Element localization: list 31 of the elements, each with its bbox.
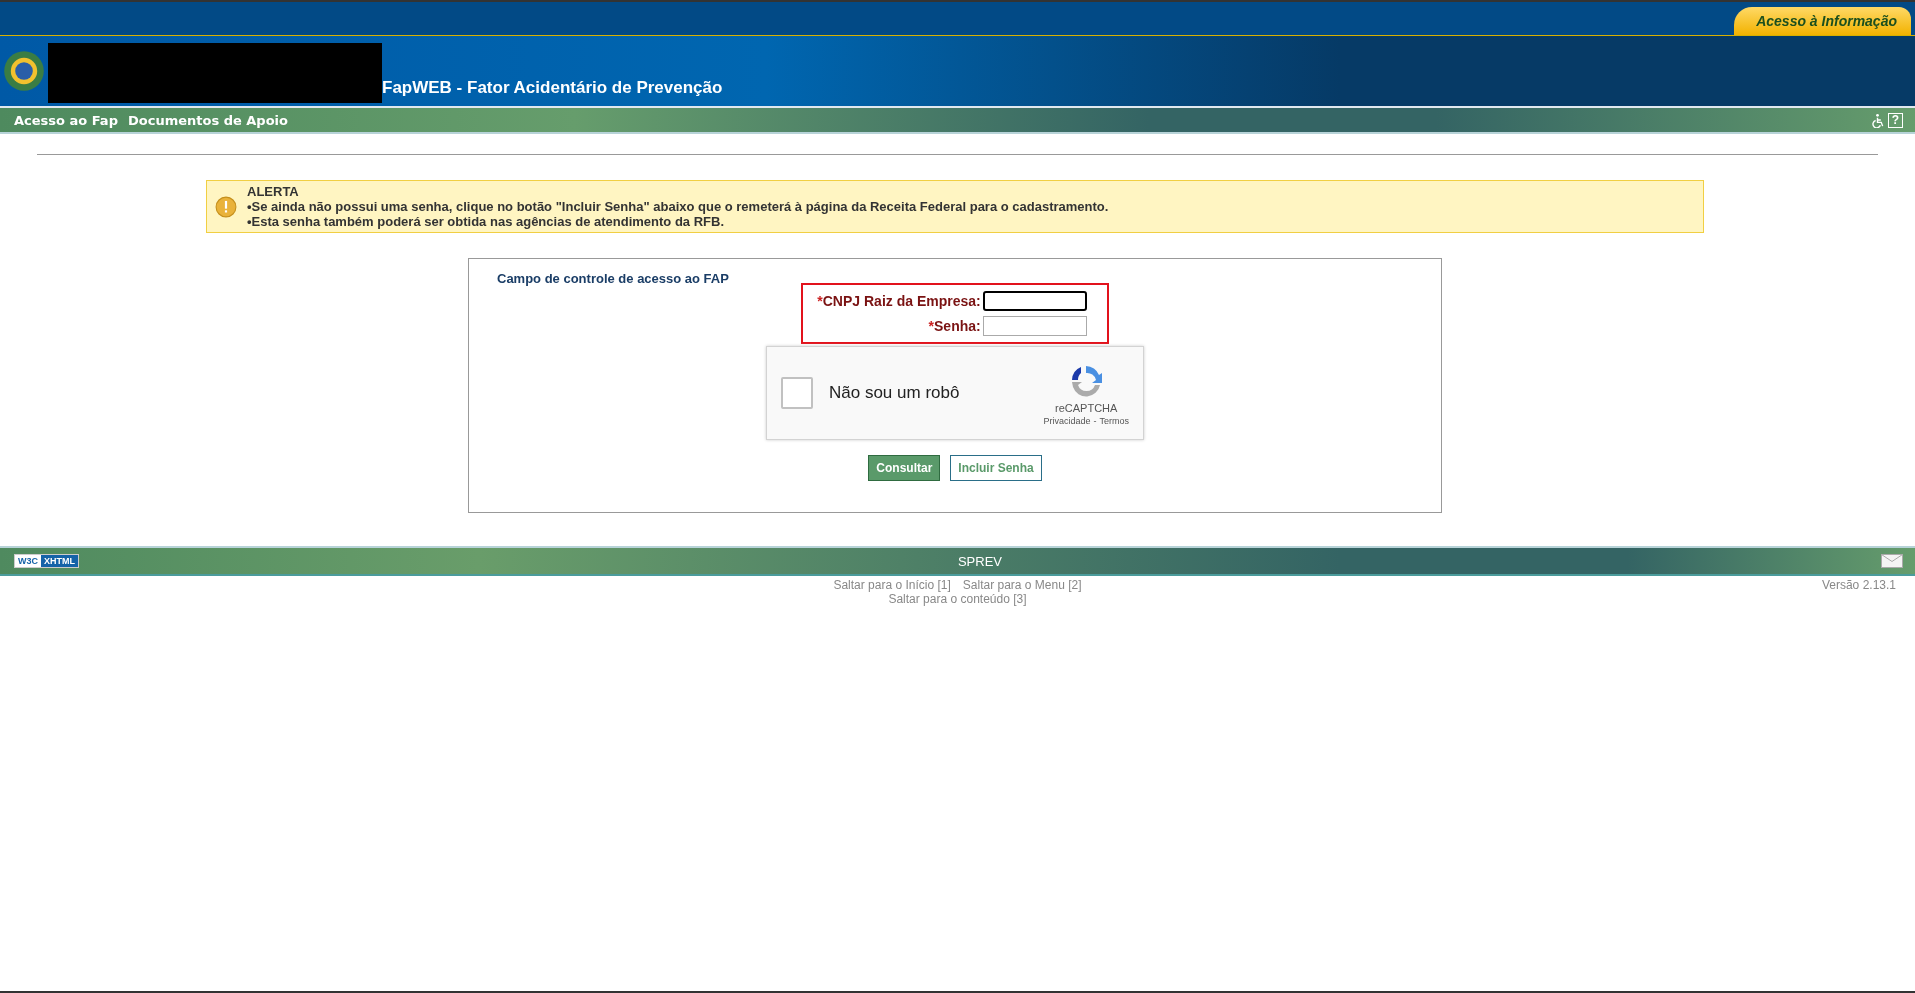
envelope-icon[interactable]	[1881, 554, 1903, 568]
alert-text: •Se ainda não possui uma senha, clique no botão "Incluir Senha" abaixo que o remeterá à página da Receita Federal para o cadastramento.	[247, 199, 1109, 214]
skip-link[interactable]: Saltar para o Menu [2]	[962, 578, 1082, 592]
skip-link[interactable]: Saltar para o conteúdo [3]	[888, 592, 1027, 606]
access-information-tab[interactable]: Acesso à Informação	[1734, 7, 1911, 35]
terms-link[interactable]: Termos	[1099, 416, 1129, 426]
version-text: Versão 2.13.1	[1821, 578, 1896, 592]
input-field[interactable]	[982, 291, 1087, 311]
footer-title: SPREV	[957, 553, 1003, 569]
privacy-link[interactable]: Privacidade	[1043, 416, 1091, 426]
help-button[interactable]: ?	[1887, 112, 1903, 128]
field-label: *CNPJ Raiz da Empresa:	[817, 293, 981, 309]
coat-of-arms-icon	[2, 49, 46, 93]
site-title: FapWEB - Fator Acidentário de Prevenção	[382, 78, 723, 98]
form-button[interactable]: Consultar	[868, 455, 941, 481]
recaptcha-label: reCAPTCHA	[1055, 402, 1118, 414]
warning-icon	[215, 195, 237, 218]
form-title: Campo de controle de acesso ao FAP	[497, 271, 729, 286]
nav-link[interactable]: Documentos de Apoio	[127, 112, 288, 128]
nav-link[interactable]: Acesso ao Fap	[14, 112, 118, 128]
alert-text: •Esta senha também poderá ser obtida nas agências de atendimento da RFB.	[247, 214, 725, 229]
alert-title: ALERTA	[247, 184, 300, 199]
captcha-label: Não sou um robô	[829, 383, 961, 403]
captcha-checkbox[interactable]	[781, 377, 813, 409]
accessibility-icon[interactable]	[1869, 112, 1885, 128]
field-label: *Senha:	[928, 318, 981, 334]
form-button[interactable]: Incluir Senha	[950, 455, 1042, 481]
separator-text: -	[1093, 416, 1097, 426]
skip-link[interactable]: Saltar para o Início [1]	[833, 578, 951, 592]
xhtml-badge[interactable]: W3C XHTML	[14, 554, 79, 568]
input-field[interactable]	[982, 316, 1087, 336]
